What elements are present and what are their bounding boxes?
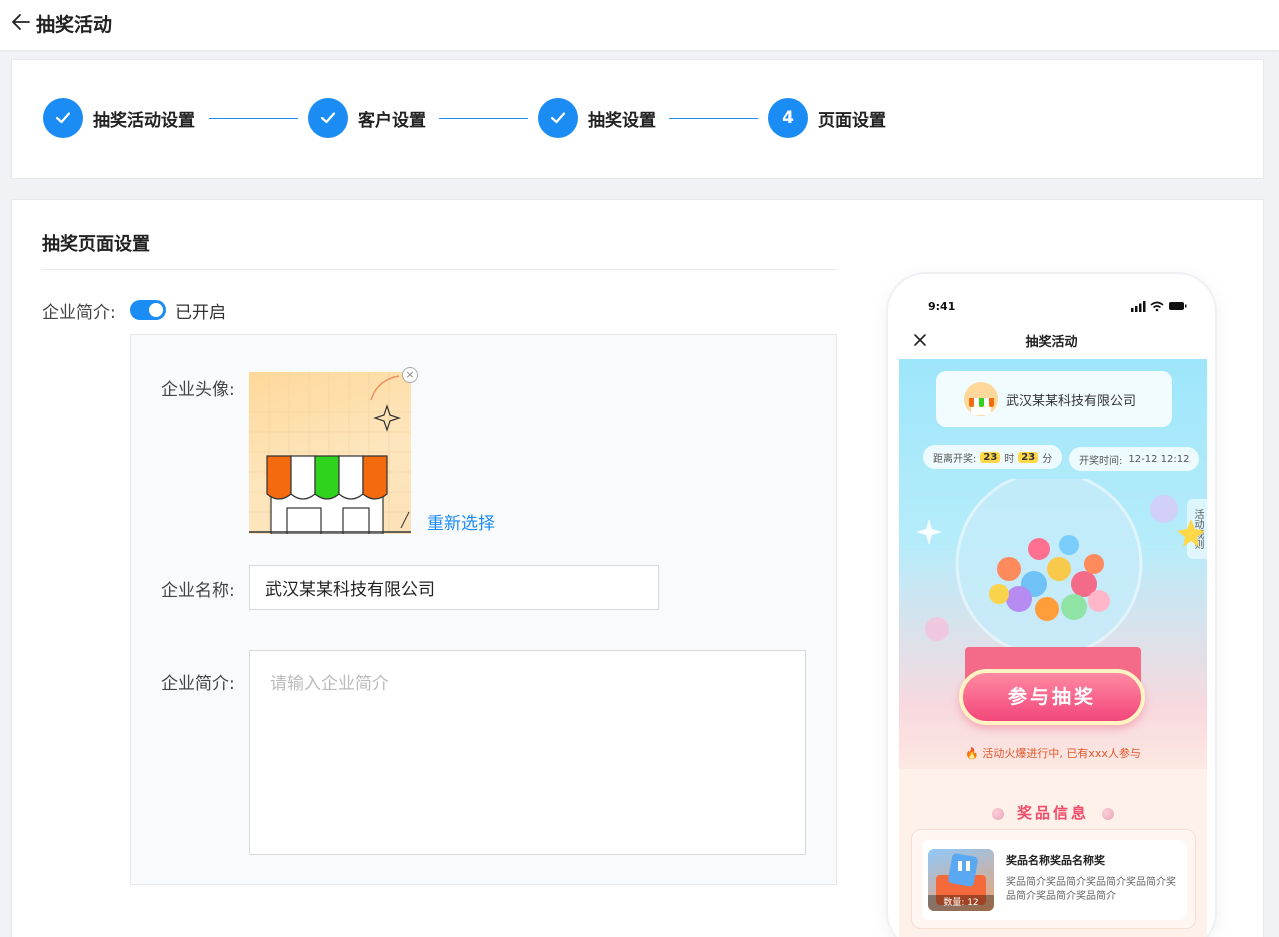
prize-quantity: 数量: 12 — [928, 895, 994, 911]
phone-preview: 9:41 抽奖活动 武汉某某科技有限公司 距离开奖: 23 时 23 分 开奖时… — [886, 272, 1217, 937]
minutes-unit: 分 — [1042, 453, 1053, 465]
step-label: 抽奖设置 — [588, 110, 656, 131]
prize-card-inner: 数量: 12 奖品名称奖品名称奖 奖品简介奖品简介奖品简介奖品简介奖品简介奖品简… — [922, 840, 1187, 920]
step-connector — [669, 118, 758, 119]
draw-time-pill: 开奖时间: 12-12 12:12 — [1069, 447, 1200, 471]
step-customer-settings[interactable]: 客户设置 — [308, 98, 426, 138]
step-label: 抽奖活动设置 — [93, 110, 195, 131]
prize-name: 奖品名称奖品名称奖 — [1006, 854, 1105, 867]
reselect-avatar-link[interactable]: 重新选择 — [427, 509, 495, 534]
company-name-input[interactable] — [249, 565, 659, 610]
lottery-hero: 武汉某某科技有限公司 距离开奖: 23 时 23 分 开奖时间: 12-12 1… — [899, 359, 1207, 769]
remove-avatar-icon[interactable]: × — [402, 367, 418, 383]
steps-card: 抽奖活动设置 客户设置 抽奖设置 4 页面设置 — [11, 59, 1264, 179]
step-label: 页面设置 — [818, 110, 886, 131]
company-avatar[interactable] — [249, 372, 411, 534]
toggle-knob — [149, 303, 163, 317]
step-page-settings[interactable]: 4 页面设置 — [768, 98, 886, 138]
company-intro-label: 企业简介: — [161, 674, 235, 694]
company-intro-toggle[interactable] — [130, 300, 166, 320]
prize-image: 数量: 12 — [928, 849, 994, 911]
step-done-icon — [308, 98, 348, 138]
draw-time-value: 12-12 12:12 — [1128, 453, 1190, 465]
step-connector — [439, 118, 528, 119]
hours-unit: 时 — [1004, 453, 1015, 465]
page-settings-card: 抽奖页面设置 企业简介: 已开启 企业头像: × 重新选择 企业名称: 武汉某某… — [11, 199, 1264, 937]
step-number: 4 — [768, 98, 808, 138]
countdown-pill: 距离开奖: 23 时 23 分 — [923, 445, 1063, 469]
section-title: 抽奖页面设置 — [42, 234, 150, 255]
step-connector — [209, 118, 298, 119]
preview-title: 抽奖活动 — [1025, 335, 1078, 350]
countdown-minutes: 23 — [1018, 451, 1039, 463]
company-intro-textarea[interactable] — [249, 650, 806, 855]
divider — [42, 269, 837, 270]
draw-time-label: 开奖时间: — [1079, 455, 1123, 467]
countdown-hours: 23 — [980, 451, 1001, 463]
toggle-state-text: 已开启 — [175, 303, 226, 323]
preview-company-card: 武汉某某科技有限公司 — [936, 371, 1172, 427]
activity-hot-text: 🔥 活动火爆进行中, 已有xxx人参与 — [965, 747, 1141, 760]
preview-company-name: 武汉某某科技有限公司 — [1006, 393, 1137, 409]
step-label: 客户设置 — [358, 110, 426, 131]
prize-card[interactable]: 数量: 12 奖品名称奖品名称奖 奖品简介奖品简介奖品简介奖品简介奖品简介奖品简… — [911, 829, 1196, 929]
company-intro-form: 企业头像: × 重新选择 企业名称: 武汉某某科技有限公司 企业简介: 请输入企… — [130, 334, 837, 885]
prize-section-title: 奖品信息 — [1016, 804, 1089, 822]
prize-description: 奖品简介奖品简介奖品简介奖品简介奖品简介奖品简介奖品简介 — [1006, 877, 1176, 902]
prize-section: 奖品信息 数量: 12 奖品名称奖品名称奖 奖品简介奖品简介奖品简介奖品简介奖品… — [899, 769, 1207, 937]
avatar-label: 企业头像: — [161, 380, 235, 400]
step-done-icon — [538, 98, 578, 138]
back-arrow-icon[interactable] — [10, 11, 32, 33]
top-bar: 抽奖活动 — [0, 0, 1279, 50]
status-time: 9:41 — [928, 300, 956, 313]
join-lottery-button[interactable]: 参与抽奖 — [959, 669, 1145, 725]
storefront-icon — [249, 372, 411, 534]
step-activity-settings[interactable]: 抽奖活动设置 — [43, 98, 195, 138]
countdown-prefix: 距离开奖: — [933, 453, 977, 465]
step-done-icon — [43, 98, 83, 138]
step-lottery-settings[interactable]: 抽奖设置 — [538, 98, 656, 138]
status-icons — [1131, 301, 1187, 312]
company-name-label: 企业名称: — [161, 581, 235, 601]
preview-company-avatar — [964, 382, 998, 416]
decor-dot — [1102, 808, 1114, 820]
company-intro-toggle-label: 企业简介: — [42, 303, 116, 323]
page-title: 抽奖活动 — [36, 14, 113, 36]
